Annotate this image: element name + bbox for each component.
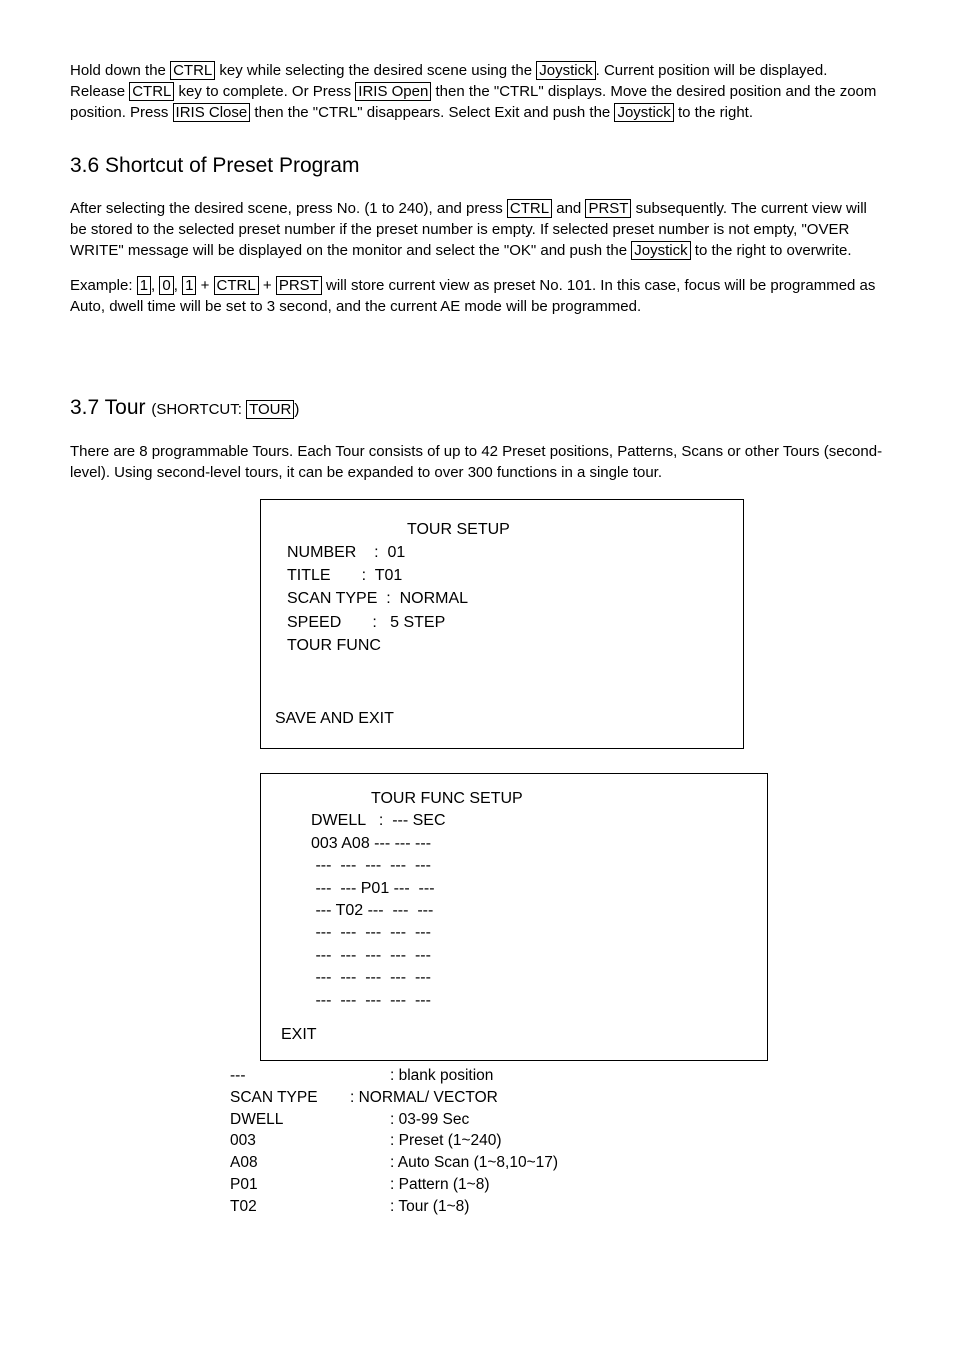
- display-row: --- --- --- --- ---: [311, 922, 741, 944]
- text: ,: [174, 277, 182, 294]
- legend-value: : 03-99 Sec: [350, 1109, 469, 1131]
- display-row: --- --- --- --- ---: [311, 855, 741, 877]
- key-ctrl: CTRL: [507, 199, 552, 218]
- text: +: [259, 277, 276, 294]
- heading-3-6: 3.6 Shortcut of Preset Program: [70, 151, 884, 180]
- legend-value: : Preset (1~240): [350, 1130, 502, 1152]
- display-row-dwell: DWELL : --- SEC: [311, 810, 741, 832]
- key-ctrl: CTRL: [170, 61, 215, 80]
- heading-main: 3.7 Tour: [70, 396, 151, 419]
- display-row-title: TITLE : T01: [287, 564, 717, 587]
- paragraph-select-scene: Hold down the CTRL key while selecting t…: [70, 60, 884, 123]
- display-row: 003 A08 --- --- ---: [311, 833, 741, 855]
- key-iris-close: IRIS Close: [173, 103, 251, 122]
- legend-key: DWELL: [230, 1109, 350, 1131]
- legend-row-p01: P01 : Pattern (1~8): [230, 1174, 884, 1196]
- text: After selecting the desired scene, press…: [70, 200, 507, 217]
- display-row: --- --- P01 --- ---: [311, 878, 741, 900]
- legend-value: : Pattern (1~8): [350, 1174, 490, 1196]
- key-1: 1: [182, 276, 196, 295]
- display-save-exit: SAVE AND EXIT: [275, 707, 717, 730]
- heading-sub: (SHORTCUT: TOUR): [151, 400, 299, 419]
- display-title: TOUR FUNC SETUP: [311, 788, 741, 810]
- key-joystick: Joystick: [536, 61, 595, 80]
- key-tour: TOUR: [246, 400, 294, 419]
- legend-key: P01: [230, 1174, 350, 1196]
- legend-key: 003: [230, 1130, 350, 1152]
- legend: --- : blank position SCAN TYPE : NORMAL/…: [230, 1065, 884, 1217]
- display-row-scantype: SCAN TYPE : NORMAL: [287, 587, 717, 610]
- display-row-speed: SPEED : 5 STEP: [287, 611, 717, 634]
- key-joystick: Joystick: [631, 241, 690, 260]
- text: and: [552, 200, 585, 217]
- key-ctrl: CTRL: [214, 276, 259, 295]
- text: key to complete. Or Press: [174, 83, 355, 100]
- text: to the right.: [674, 104, 753, 121]
- display-title: TOUR SETUP: [287, 518, 717, 541]
- key-0: 0: [159, 276, 173, 295]
- legend-value: : blank position: [350, 1065, 493, 1087]
- display-row: --- --- --- --- ---: [311, 990, 741, 1012]
- text: Hold down the: [70, 62, 170, 79]
- text: +: [196, 277, 213, 294]
- display-row-tourfunc: TOUR FUNC: [287, 634, 717, 657]
- paragraph-after-selecting: After selecting the desired scene, press…: [70, 198, 884, 261]
- tour-setup-display: TOUR SETUP NUMBER : 01 TITLE : T01 SCAN …: [260, 499, 744, 749]
- text: to the right to overwrite.: [691, 242, 852, 259]
- legend-row-t02: T02 : Tour (1~8): [230, 1196, 884, 1218]
- key-prst: PRST: [585, 199, 631, 218]
- legend-value: : Auto Scan (1~8,10~17): [350, 1152, 558, 1174]
- key-prst: PRST: [276, 276, 322, 295]
- legend-row-003: 003 : Preset (1~240): [230, 1130, 884, 1152]
- heading-3-7: 3.7 Tour (SHORTCUT: TOUR): [70, 393, 884, 422]
- text: Example:: [70, 277, 137, 294]
- key-ctrl: CTRL: [129, 82, 174, 101]
- key-iris-open: IRIS Open: [355, 82, 431, 101]
- legend-key: SCAN TYPE: [230, 1087, 350, 1109]
- text: then the "CTRL" disappears. Select Exit …: [250, 104, 614, 121]
- legend-key: T02: [230, 1196, 350, 1218]
- display-exit: EXIT: [281, 1024, 741, 1046]
- legend-key: ---: [230, 1065, 350, 1087]
- legend-key: A08: [230, 1152, 350, 1174]
- display-row-number: NUMBER : 01: [287, 541, 717, 564]
- legend-row-a08: A08 : Auto Scan (1~8,10~17): [230, 1152, 884, 1174]
- display-row: --- --- --- --- ---: [311, 967, 741, 989]
- paragraph-tours-intro: There are 8 programmable Tours. Each Tou…: [70, 441, 884, 483]
- legend-value: : Tour (1~8): [350, 1196, 469, 1218]
- display-row: --- T02 --- --- ---: [311, 900, 741, 922]
- display-row: --- --- --- --- ---: [311, 945, 741, 967]
- key-1: 1: [137, 276, 151, 295]
- tour-func-setup-display: TOUR FUNC SETUP DWELL : --- SEC 003 A08 …: [260, 773, 768, 1061]
- legend-row-scantype: SCAN TYPE : NORMAL/ VECTOR: [230, 1087, 884, 1109]
- paragraph-example: Example: 1, 0, 1 + CTRL + PRST will stor…: [70, 275, 884, 317]
- key-joystick: Joystick: [614, 103, 673, 122]
- text: key while selecting the desired scene us…: [215, 62, 536, 79]
- legend-row-blank: --- : blank position: [230, 1065, 884, 1087]
- legend-value: : NORMAL/ VECTOR: [350, 1087, 498, 1109]
- legend-row-dwell: DWELL : 03-99 Sec: [230, 1109, 884, 1131]
